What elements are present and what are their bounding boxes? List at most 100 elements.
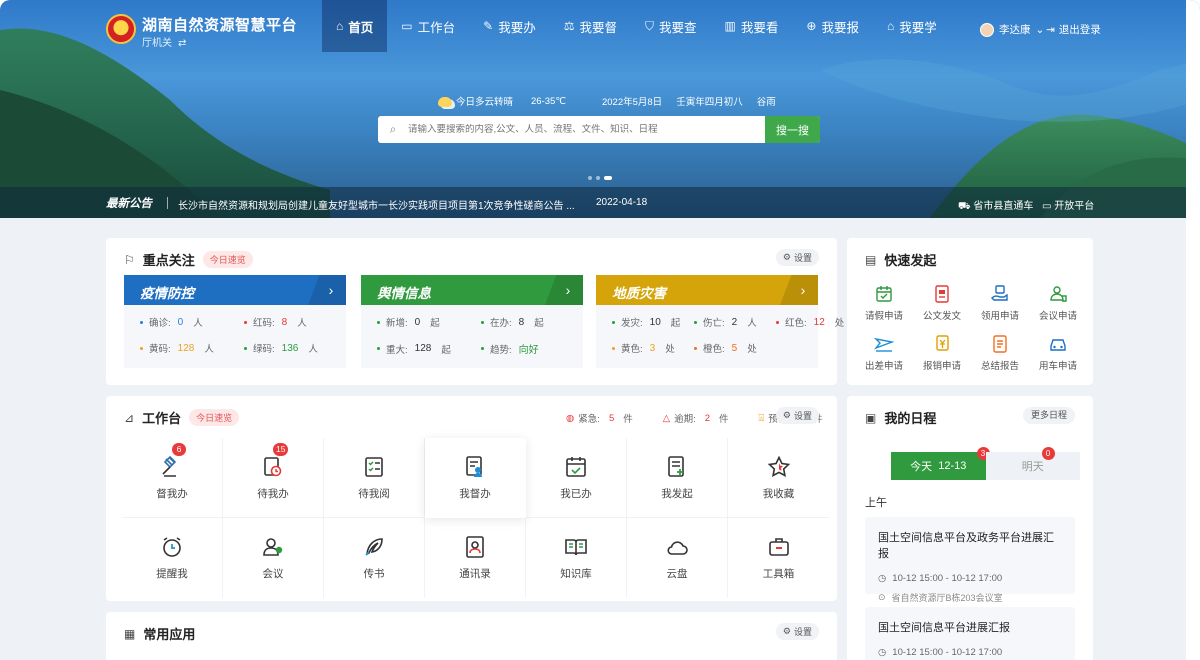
workbench-item[interactable]: 通讯录 xyxy=(425,518,526,598)
stat-label: 逾期: xyxy=(674,414,696,425)
nav-item-5[interactable]: ▥ 我要看 xyxy=(711,0,793,52)
today-date: 12-13 xyxy=(938,460,967,472)
focus-box[interactable]: 舆情信息 › 新增: 0 起在办: 8 起重大: 128 起趋势: 向好 xyxy=(361,275,583,368)
meeting-icon xyxy=(261,535,285,559)
focus-settings-button[interactable]: ⚙ 设置 xyxy=(775,249,819,266)
search-button[interactable]: 搜一搜 xyxy=(765,116,820,143)
nav-label: 我要督 xyxy=(579,20,617,35)
quick-item[interactable]: 报销申请 xyxy=(913,335,971,372)
workbench-item[interactable]: 会议 xyxy=(223,518,324,598)
stat-0[interactable]: ◍ 紧急: 5 件 xyxy=(566,411,633,426)
nav-label: 我要报 xyxy=(821,20,859,35)
workbench-item[interactable]: 15 待我办 xyxy=(223,438,324,518)
swap-icon: ⇄ xyxy=(178,38,187,49)
workbench-item[interactable]: 我收藏 xyxy=(728,438,829,518)
pen-icon: ✎ xyxy=(483,19,494,33)
carousel-dot-active[interactable] xyxy=(604,176,612,180)
schedule-event[interactable]: 国土空间信息平台及政务平台进展汇报 ◷ 10-12 15:00 - 10-12 1… xyxy=(865,517,1075,603)
nav-item-6[interactable]: ⊕ 我要报 xyxy=(792,0,873,52)
quick-item[interactable]: 总结报告 xyxy=(971,335,1029,372)
org-switcher[interactable]: 厅机关 ⇄ xyxy=(142,34,186,49)
workbench-item-label: 我发起 xyxy=(661,487,693,500)
tab-today[interactable]: 今天 12-13 3 xyxy=(891,447,990,480)
stat-unit: 件 xyxy=(719,414,729,425)
workbench-settings-button[interactable]: ⚙ 设置 xyxy=(775,407,819,424)
county-express-link[interactable]: ⛟ 省市县直通车 xyxy=(958,197,1033,214)
user-menu[interactable]: 李达康 ⌄ xyxy=(980,22,1044,37)
workbench-item[interactable]: 云盘 xyxy=(627,518,728,598)
nav-item-3[interactable]: ⚖ 我要督 xyxy=(550,0,631,52)
nav-label: 我要学 xyxy=(899,20,937,35)
workbench-item[interactable]: 知识库 xyxy=(526,518,627,598)
nav-item-4[interactable]: ⛉ 我要查 xyxy=(631,0,711,52)
focus-metric: 确诊: 0 人 xyxy=(140,315,244,329)
settings-label: 设置 xyxy=(793,627,812,637)
announcement-bar: 最新公告 长沙市自然资源和规划局创建儿童友好型城市一长沙实践项目项目第1次竞争性… xyxy=(0,187,1200,218)
nav-item-1[interactable]: ▭ 工作台 xyxy=(387,0,469,52)
focus-box-header[interactable]: 疫情防控 › xyxy=(124,275,346,305)
nav-item-2[interactable]: ✎ 我要办 xyxy=(469,0,550,52)
today-tag: 今日速览 xyxy=(202,251,253,268)
nav-item-7[interactable]: ⌂ 我要学 xyxy=(873,0,951,52)
event-location: 省自然资源厅B栋203会议室 xyxy=(891,593,1003,603)
carousel-dot[interactable] xyxy=(596,176,600,180)
nav-item-0[interactable]: ⌂ 首页 xyxy=(322,0,388,52)
schedule-title-text: 我的日程 xyxy=(884,411,937,426)
trend-icon: ⊿ xyxy=(124,410,135,425)
chevron-right-icon[interactable]: › xyxy=(780,275,818,305)
metric-unit: 起 xyxy=(441,344,451,356)
workbench-item[interactable]: 提醒我 xyxy=(122,518,223,598)
temperature: 26-35℃ xyxy=(531,95,566,107)
alarm-icon xyxy=(160,535,184,559)
metric-unit: 人 xyxy=(297,318,307,329)
event-time: 10-12 15:00 - 10-12 17:00 xyxy=(892,573,1003,584)
carousel-dot[interactable] xyxy=(588,176,592,180)
bullet-dot xyxy=(694,346,697,350)
more-schedule-button[interactable]: 更多日程 xyxy=(1022,407,1075,424)
shield-search-icon: ⛉ xyxy=(644,18,654,33)
carousel-dots xyxy=(588,176,612,180)
period-label: 上午 xyxy=(865,497,887,509)
workbench-item[interactable]: 传书 xyxy=(324,518,425,598)
focus-box-header[interactable]: 地质灾害 › xyxy=(596,275,818,305)
logout-button[interactable]: ⇥ 退出登录 xyxy=(1046,22,1101,37)
plus-circle-icon: ⊕ xyxy=(806,19,817,33)
avatar xyxy=(980,22,994,37)
reimburse-icon xyxy=(932,335,952,353)
quick-item[interactable]: 公文发文 xyxy=(913,285,971,322)
today-tag: 今日速览 xyxy=(189,409,240,426)
focus-box-header[interactable]: 舆情信息 › xyxy=(361,275,583,305)
stat-1[interactable]: △ 逾期: 2 件 xyxy=(663,411,729,426)
schedule-event[interactable]: 国土空间信息平台进展汇报 ◷ 10-12 15:00 - 10-12 17:00 xyxy=(865,607,1075,660)
gear-icon: ⚙ xyxy=(782,626,791,636)
chat-icon: ▭ xyxy=(1042,201,1052,212)
quick-item[interactable]: 出差申请 xyxy=(855,335,913,372)
quick-item[interactable]: 会议申请 xyxy=(1029,285,1087,322)
chevron-right-icon[interactable]: › xyxy=(308,275,346,305)
hand-box-icon xyxy=(990,285,1010,303)
search-input[interactable] xyxy=(408,124,765,135)
focus-metrics: 新增: 0 起在办: 8 起重大: 128 起趋势: 向好 xyxy=(361,305,583,356)
cloud-icon xyxy=(665,535,689,559)
workbench-item[interactable]: 我已办 xyxy=(526,438,627,518)
quick-item[interactable]: 领用申请 xyxy=(971,285,1029,322)
chevron-right-icon[interactable]: › xyxy=(545,275,583,305)
workbench-item[interactable]: 我督办 xyxy=(425,438,526,518)
open-platform-link[interactable]: ▭ 开放平台 xyxy=(1042,197,1094,212)
metric-value: 136 xyxy=(281,342,299,354)
workbench-item[interactable]: 工具箱 xyxy=(728,518,829,598)
focus-box[interactable]: 疫情防控 › 确诊: 0 人红码: 8 人黄码: 128 人绿码: 136 人 xyxy=(124,275,346,368)
announcement-label: 最新公告 xyxy=(106,198,152,210)
workbench-item[interactable]: 我发起 xyxy=(627,438,728,518)
quick-item[interactable]: 用车申请 xyxy=(1029,335,1087,372)
quick-item-label: 公文发文 xyxy=(922,311,961,322)
announcement-link[interactable]: 长沙市自然资源和规划局创建儿童友好型城市一长沙实践项目项目第1次竞争性磋商公告 … xyxy=(178,197,575,212)
logout-icon: ⇥ xyxy=(1046,23,1055,36)
event-title: 国土空间信息平台进展汇报 xyxy=(878,622,1010,634)
quick-item[interactable]: 请假申请 xyxy=(855,285,913,322)
workbench-item[interactable]: 6 督我办 xyxy=(122,438,223,518)
apps-settings-button[interactable]: ⚙ 设置 xyxy=(775,623,819,640)
tab-tomorrow[interactable]: 明天 0 xyxy=(985,447,1080,480)
focus-box[interactable]: 地质灾害 › 发灾: 10 起伤亡: 2 人红色: 12 处黄色: 3 处橙色: 5 处 xyxy=(596,275,844,368)
workbench-item[interactable]: 待我阅 xyxy=(324,438,425,518)
